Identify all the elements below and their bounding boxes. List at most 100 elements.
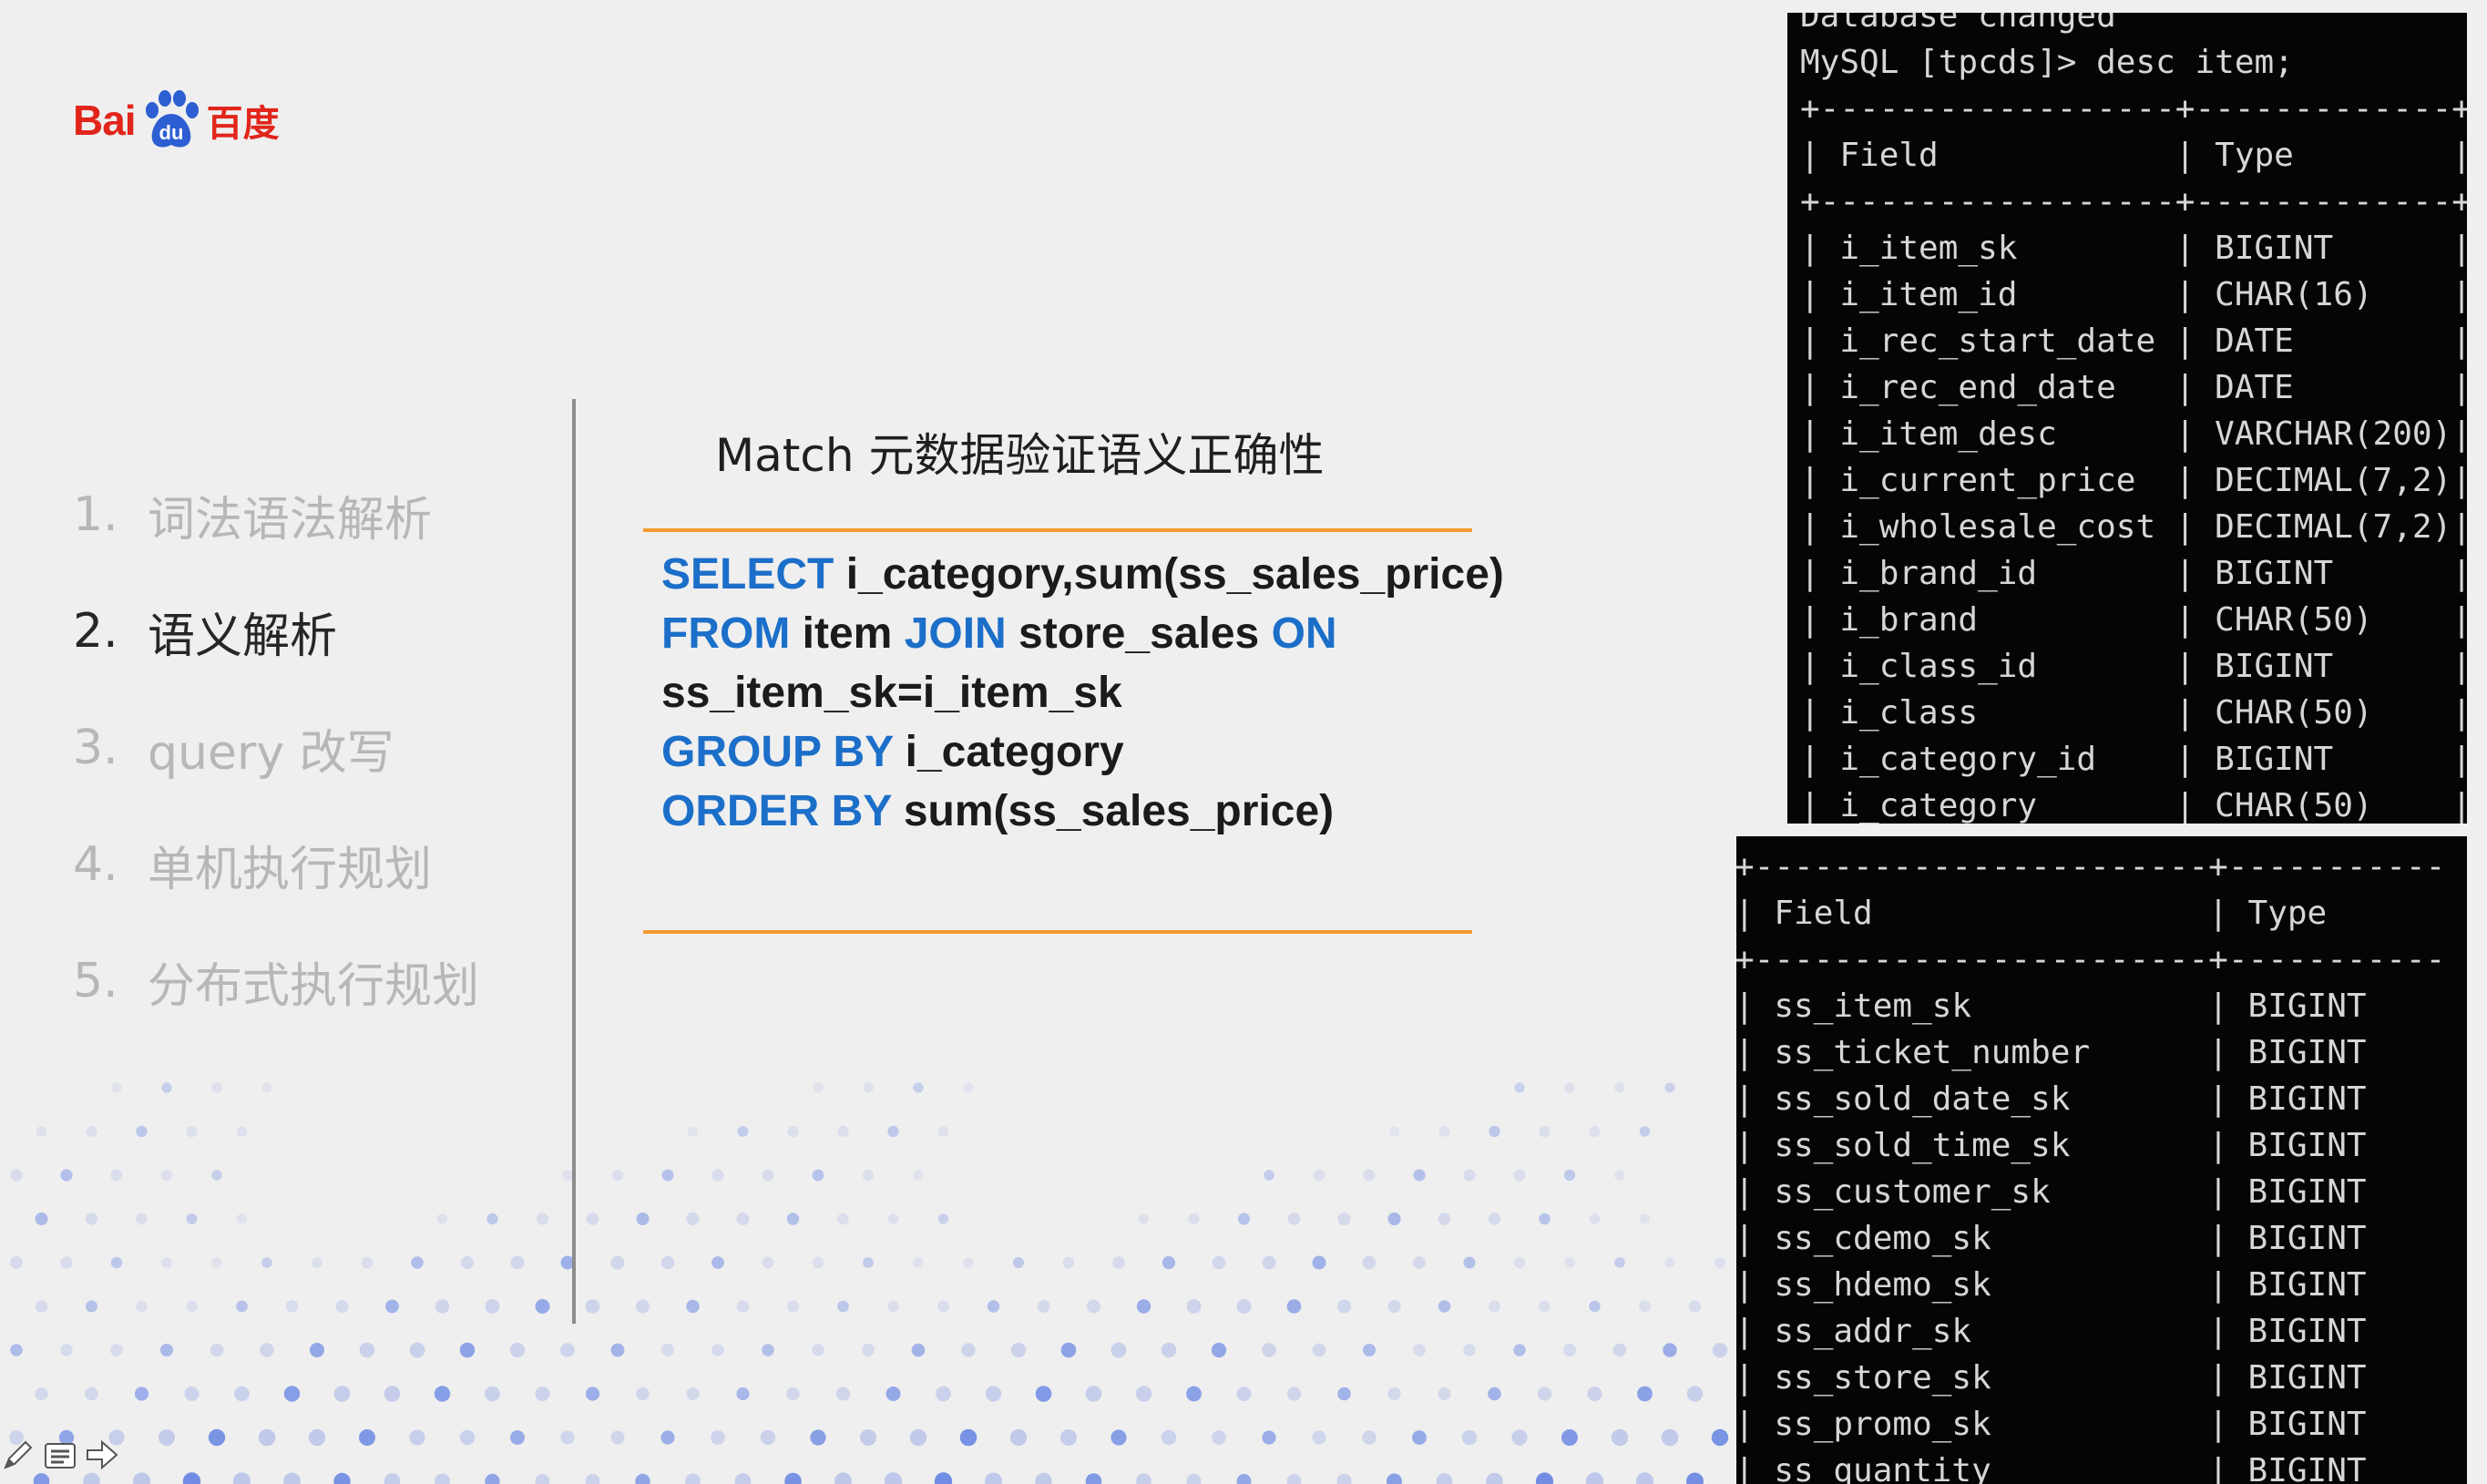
terminal-line: +-----------------------+----------- [1736, 941, 2446, 978]
decor-dot [285, 1300, 299, 1313]
decor-dot [1287, 1213, 1301, 1225]
decor-dot [1337, 1213, 1351, 1225]
decor-dot [1312, 1255, 1326, 1270]
terminal-store-sales-output: +-----------------------+----------- | Fi… [1736, 844, 2445, 1484]
decor-dot [661, 1169, 674, 1182]
decor-dot [1412, 1430, 1427, 1445]
decor-dot [184, 1387, 200, 1401]
decor-dot [232, 1472, 251, 1484]
decor-dot [787, 1125, 799, 1138]
decor-dot [686, 1299, 700, 1314]
decor-dot [913, 1170, 924, 1181]
decor-dot [435, 1299, 450, 1314]
decor-dot [985, 1386, 1002, 1402]
terminal-line: | i_category | CHAR(50) | [1800, 787, 2467, 824]
decor-dot [110, 1169, 123, 1182]
sql-keyword: FROM [661, 609, 791, 658]
decor-dot [862, 1344, 875, 1356]
decor-dot [1535, 1472, 1554, 1484]
decor-dot [161, 1257, 172, 1268]
decor-dot [1286, 1299, 1302, 1314]
decor-dot [636, 1387, 650, 1401]
outline-item-label: 词法语法解析 [148, 492, 433, 548]
decor-dot [736, 1213, 750, 1225]
decor-dot [1388, 1126, 1400, 1137]
decor-dot [110, 1256, 123, 1269]
sql-keyword: ON [1271, 609, 1337, 658]
decor-dot [1686, 1472, 1704, 1484]
decor-dot [1009, 1428, 1028, 1447]
sql-text: sum(ss_sales_price) [891, 787, 1335, 835]
agenda-outline: 1. 词法语法解析 2. 语义解析 3. query 改写 4. 单机执行规划 5. 分布式执行规… [73, 487, 479, 1070]
decor-dot [310, 1343, 324, 1357]
decor-dot [1312, 1343, 1326, 1357]
decor-dot [784, 1472, 802, 1484]
sql-keyword: GROUP BY [661, 728, 894, 776]
decor-dot [436, 1213, 448, 1224]
decor-dot [1013, 1257, 1024, 1268]
decor-dot [987, 1300, 1000, 1313]
decor-dot [1661, 1428, 1679, 1447]
pen-icon[interactable] [0, 1437, 36, 1473]
decor-dot [913, 1257, 924, 1268]
decor-dot [585, 1474, 600, 1484]
decor-dot [86, 1125, 97, 1138]
terminal-line: | i_item_sk | BIGINT | [1800, 230, 2467, 267]
decor-dot [887, 1300, 899, 1313]
terminal-line: | ss_store_sk | BIGINT [1736, 1359, 2367, 1397]
decor-dot [862, 1169, 875, 1182]
decor-dot [136, 1125, 148, 1138]
decor-dot [385, 1299, 399, 1314]
decor-dot [1236, 1299, 1252, 1314]
decor-dot [36, 1126, 47, 1137]
notes-icon[interactable] [42, 1437, 78, 1473]
decor-dot [1136, 1473, 1151, 1484]
decor-dot [1262, 1430, 1276, 1445]
decor-dot [1436, 1473, 1453, 1484]
sql-line: ss_item_sk=i_item_sk [661, 663, 1504, 722]
decor-dot [1362, 1255, 1377, 1270]
decor-dot [812, 1169, 824, 1182]
decor-dot [1162, 1255, 1176, 1270]
decor-dot [35, 1213, 48, 1225]
terminal-desc-item: Database changed MySQL [tpcds]> desc item… [1787, 13, 2467, 824]
decor-dot [234, 1386, 250, 1402]
outline-item-number: 2. [73, 604, 118, 659]
decor-dot [1186, 1299, 1202, 1314]
outline-item-label: 单机执行规划 [148, 842, 433, 897]
outline-item-label: 分布式执行规划 [148, 958, 480, 1014]
dot-pattern-decoration [9, 1082, 1729, 1484]
decor-dot [1663, 1343, 1677, 1357]
sql-query: SELECT i_category,sum(ss_sales_price) FRO… [661, 545, 1504, 841]
terminal-line: | ss_promo_sk | BIGINT [1736, 1406, 2367, 1443]
decor-dot [762, 1256, 774, 1269]
terminal-line: | ss_ticket_number | BIGINT [1736, 1034, 2367, 1071]
sql-text: i_category [893, 728, 1124, 776]
decor-dot [812, 1344, 824, 1356]
decor-dot [837, 1300, 849, 1313]
decor-dot [1489, 1125, 1500, 1138]
decor-dot [1463, 1169, 1476, 1182]
decor-dot [132, 1472, 151, 1484]
decor-dot [110, 1344, 123, 1356]
decor-dot [1387, 1473, 1402, 1484]
decor-dot [913, 1082, 924, 1093]
decor-dot [611, 1169, 624, 1182]
decor-dot [1637, 1386, 1653, 1402]
decor-dot [60, 1344, 73, 1356]
decor-dot [1337, 1387, 1351, 1401]
decor-dot [186, 1300, 198, 1313]
decor-dot [636, 1299, 650, 1314]
decor-dot [1563, 1169, 1576, 1182]
outline-item-number: 4. [73, 837, 118, 892]
decor-dot [610, 1430, 625, 1445]
decor-dot [1337, 1299, 1351, 1314]
decor-dot [1514, 1082, 1525, 1093]
decor-dot [258, 1428, 276, 1447]
decor-dot [10, 1344, 23, 1356]
decor-dot [1387, 1212, 1401, 1226]
sql-text: store_sales [1006, 609, 1272, 658]
decor-dot [1262, 1255, 1276, 1270]
next-arrow-icon[interactable] [84, 1437, 120, 1473]
decor-dot [985, 1472, 1002, 1484]
